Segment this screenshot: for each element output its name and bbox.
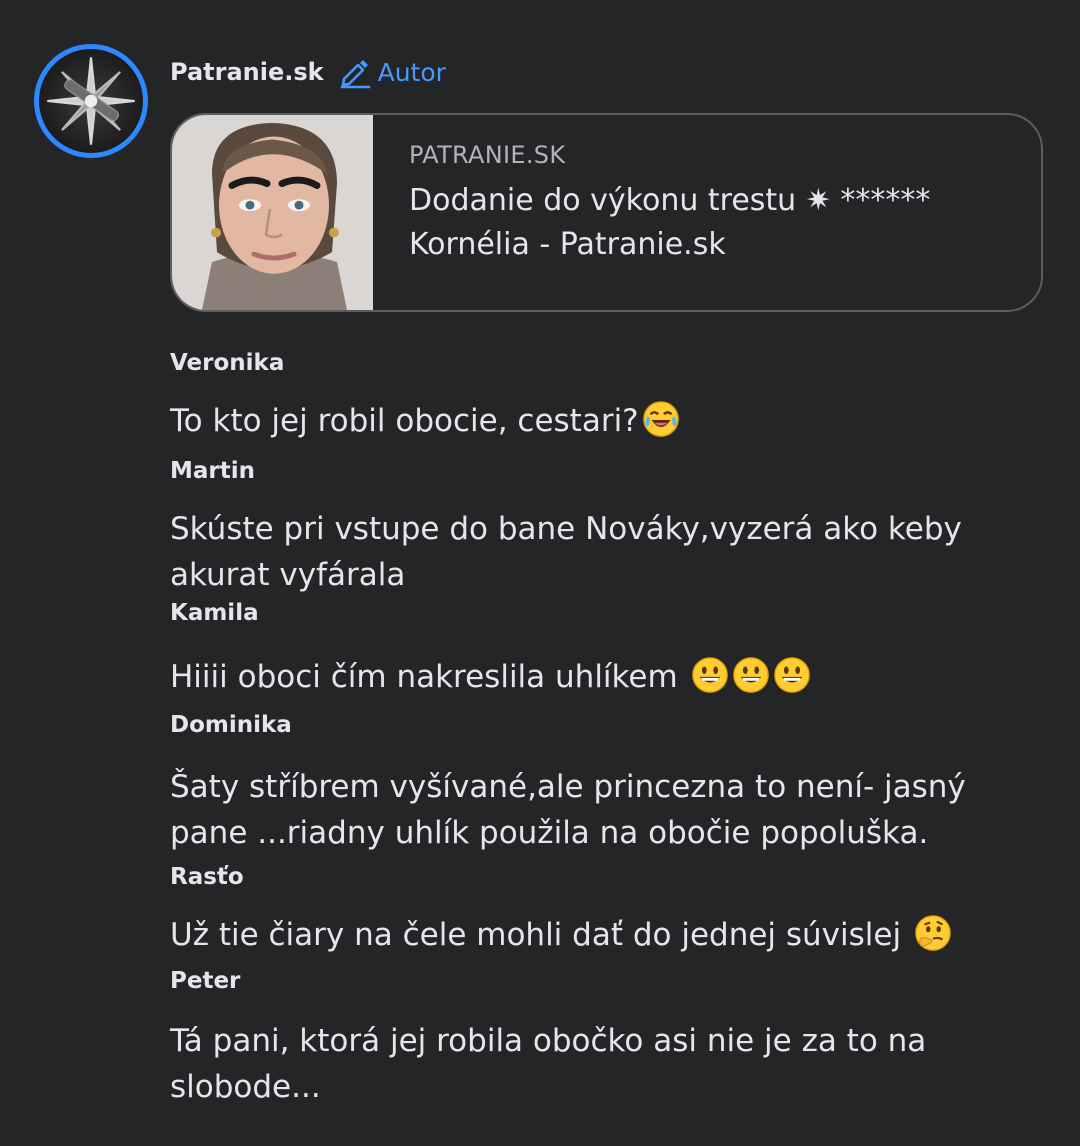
comment-author[interactable]: Peter bbox=[170, 966, 1030, 996]
comment: Kamila Hiiii oboci čím nakreslila uhlíke… bbox=[170, 598, 1030, 700]
comment: Veronika To kto jej robil obocie, cestar… bbox=[170, 348, 1030, 444]
comment-author[interactable]: Veronika bbox=[170, 348, 1030, 378]
author-badge-label: Autor bbox=[377, 57, 446, 87]
comment-text: Skúste pri vstupe do bane Nováky,vyzerá … bbox=[170, 511, 962, 593]
comment: Peter Tá pani, ktorá jej robila obočko a… bbox=[170, 966, 1030, 1110]
comment-text: Už tie čiary na čele mohli dať do jednej… bbox=[170, 912, 1030, 958]
link-preview-card[interactable]: PATRANIE.SK Dodanie do výkonu trestu ✷ *… bbox=[170, 113, 1043, 312]
link-title: Dodanie do výkonu trestu ✷ ****** Kornél… bbox=[409, 183, 931, 262]
link-preview-text: PATRANIE.SK Dodanie do výkonu trestu ✷ *… bbox=[373, 115, 1019, 310]
grinning-emoji bbox=[691, 656, 729, 694]
portrait-photo bbox=[172, 115, 373, 310]
compass-star-icon bbox=[47, 57, 135, 145]
pencil-icon bbox=[340, 60, 370, 89]
comment-text: Tá pani, ktorá jej robila obočko asi nie… bbox=[170, 1023, 927, 1105]
comment-author[interactable]: Martin bbox=[170, 456, 1030, 486]
author-name[interactable]: Patranie.sk bbox=[170, 58, 324, 86]
author-line: Patranie.sk Autor bbox=[170, 52, 446, 92]
laughing-crying-emoji bbox=[642, 400, 680, 438]
comment-author[interactable]: Dominika bbox=[170, 710, 1030, 740]
link-preview-image bbox=[172, 115, 373, 310]
comment-text: Šaty stříbrem vyšívané,ale princezna to … bbox=[170, 769, 966, 851]
comment-text: To kto jej robil obocie, cestari? bbox=[170, 398, 1030, 444]
comment-author[interactable]: Kamila bbox=[170, 598, 1030, 628]
comment-author[interactable]: Rasťo bbox=[170, 862, 1030, 892]
thinking-emoji bbox=[914, 914, 952, 952]
comment: Martin Skúste pri vstupe do bane Nováky,… bbox=[170, 456, 1030, 598]
comment: Rasťo Už tie čiary na čele mohli dať do … bbox=[170, 862, 1030, 958]
grinning-emoji bbox=[732, 656, 770, 694]
comment-text: Hiiii oboci čím nakreslila uhlíkem bbox=[170, 654, 1030, 700]
author-badge: Autor bbox=[338, 55, 446, 89]
link-domain: PATRANIE.SK bbox=[409, 141, 566, 169]
comment: Dominika Šaty stříbrem vyšívané,ale prin… bbox=[170, 710, 1030, 856]
grinning-emoji bbox=[773, 656, 811, 694]
author-avatar[interactable] bbox=[34, 44, 148, 158]
